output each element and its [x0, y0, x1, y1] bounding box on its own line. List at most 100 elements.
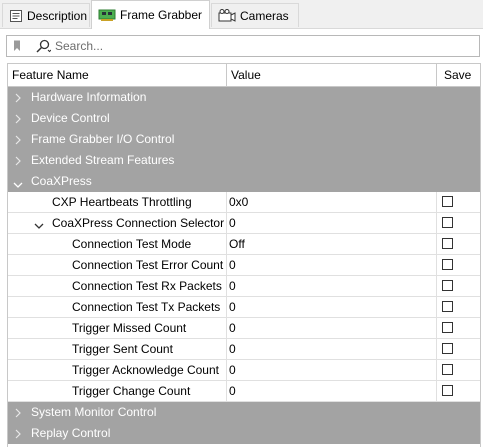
- save-checkbox[interactable]: [442, 280, 453, 291]
- bookmark-icon[interactable]: [13, 40, 21, 52]
- feature-name: CXP Heartbeats Throttling: [52, 195, 192, 209]
- chevron-right-icon[interactable]: [14, 155, 22, 169]
- feature-row[interactable]: Trigger Sent Count 0: [8, 339, 480, 360]
- cell-divider: [226, 192, 227, 213]
- search-box: [6, 35, 480, 57]
- category-hardware-information[interactable]: Hardware Information: [8, 87, 480, 108]
- cell-divider: [436, 276, 437, 297]
- feature-row[interactable]: CXP Heartbeats Throttling 0x0: [8, 192, 480, 213]
- column-divider[interactable]: [436, 64, 437, 86]
- camera-icon: [218, 8, 236, 23]
- chevron-right-icon[interactable]: [14, 407, 22, 421]
- tab-label: Frame Grabber: [120, 8, 203, 22]
- category-label: Frame Grabber I/O Control: [31, 132, 175, 146]
- tab-description[interactable]: Description: [2, 3, 90, 27]
- frame-grabber-card-icon: [98, 8, 116, 22]
- cell-divider: [226, 297, 227, 318]
- feature-value[interactable]: 0: [229, 213, 236, 233]
- cell-divider: [226, 213, 227, 234]
- cell-divider: [226, 339, 227, 360]
- feature-row[interactable]: Trigger Acknowledge Count 0: [8, 360, 480, 381]
- save-checkbox[interactable]: [442, 364, 453, 375]
- save-checkbox[interactable]: [442, 196, 453, 207]
- feature-row[interactable]: Connection Test Mode Off: [8, 234, 480, 255]
- cell-divider: [436, 339, 437, 360]
- feature-name: Trigger Change Count: [72, 384, 191, 398]
- cell-divider: [436, 255, 437, 276]
- cell-divider: [436, 381, 437, 402]
- search-icon[interactable]: [35, 39, 51, 53]
- feature-row[interactable]: Connection Test Tx Packets 0: [8, 297, 480, 318]
- grid-header: Feature Name Value Save: [8, 64, 480, 87]
- feature-value[interactable]: 0x0: [229, 192, 248, 212]
- cell-divider: [226, 381, 227, 402]
- save-checkbox[interactable]: [442, 322, 453, 333]
- chevron-right-icon[interactable]: [14, 134, 22, 148]
- chevron-down-icon[interactable]: [13, 178, 23, 192]
- cell-divider: [436, 192, 437, 213]
- cell-divider: [226, 234, 227, 255]
- tab-bar: Description Frame Grabber Cameras: [0, 0, 483, 29]
- column-header-value[interactable]: Value: [231, 64, 261, 86]
- document-icon: [9, 9, 23, 23]
- column-header-save[interactable]: Save: [444, 64, 471, 86]
- cell-divider: [226, 360, 227, 381]
- cell-divider: [436, 234, 437, 255]
- save-checkbox[interactable]: [442, 343, 453, 354]
- cell-divider: [436, 318, 437, 339]
- feature-value[interactable]: 0: [229, 255, 236, 275]
- save-checkbox[interactable]: [442, 301, 453, 312]
- category-extended-stream-features[interactable]: Extended Stream Features: [8, 150, 480, 171]
- category-coaxpress[interactable]: CoaXPress: [8, 171, 480, 192]
- chevron-right-icon[interactable]: [14, 428, 22, 442]
- column-header-feature-name[interactable]: Feature Name: [12, 64, 89, 86]
- category-device-control[interactable]: Device Control: [8, 108, 480, 129]
- category-system-monitor-control[interactable]: System Monitor Control: [8, 402, 480, 423]
- feature-value[interactable]: Off: [229, 234, 245, 254]
- save-checkbox[interactable]: [442, 217, 453, 228]
- feature-row[interactable]: Connection Test Rx Packets 0: [8, 276, 480, 297]
- feature-name: Connection Test Tx Packets: [72, 300, 221, 314]
- category-frame-grabber-io-control[interactable]: Frame Grabber I/O Control: [8, 129, 480, 150]
- chevron-right-icon[interactable]: [14, 113, 22, 127]
- category-label: CoaXPress: [31, 174, 92, 188]
- cell-divider: [226, 255, 227, 276]
- feature-name: Trigger Sent Count: [72, 342, 173, 356]
- feature-row[interactable]: CoaXPress Connection Selector 0: [8, 213, 480, 234]
- feature-value[interactable]: 0: [229, 276, 236, 296]
- feature-name: Trigger Missed Count: [72, 321, 187, 335]
- tab-label: Cameras: [240, 8, 289, 23]
- feature-value[interactable]: 0: [229, 339, 236, 359]
- tab-frame-grabber[interactable]: Frame Grabber: [91, 0, 210, 29]
- feature-row[interactable]: Trigger Missed Count 0: [8, 318, 480, 339]
- feature-value[interactable]: 0: [229, 318, 236, 338]
- feature-name: Connection Test Mode: [72, 237, 192, 251]
- feature-name: Connection Test Rx Packets: [72, 279, 222, 293]
- feature-name: CoaXPress Connection Selector: [52, 216, 225, 230]
- save-checkbox[interactable]: [442, 259, 453, 270]
- feature-name: Trigger Acknowledge Count: [72, 363, 219, 377]
- feature-name: Connection Test Error Count: [72, 258, 224, 272]
- cell-divider: [226, 276, 227, 297]
- save-checkbox[interactable]: [442, 238, 453, 249]
- category-label: Device Control: [31, 111, 110, 125]
- tab-label: Description: [27, 8, 88, 23]
- chevron-down-icon[interactable]: [34, 219, 44, 233]
- cell-divider: [436, 213, 437, 234]
- chevron-right-icon[interactable]: [14, 92, 22, 106]
- category-replay-control[interactable]: Replay Control: [8, 423, 480, 444]
- feature-value[interactable]: 0: [229, 360, 236, 380]
- feature-value[interactable]: 0: [229, 381, 236, 401]
- column-divider[interactable]: [226, 64, 227, 86]
- search-input[interactable]: [55, 39, 435, 53]
- feature-grid: Feature Name Value Save Hardware Informa…: [7, 63, 481, 447]
- feature-row[interactable]: Trigger Change Count 0: [8, 381, 480, 402]
- feature-row[interactable]: Connection Test Error Count 0: [8, 255, 480, 276]
- category-label: Hardware Information: [31, 90, 147, 104]
- feature-value[interactable]: 0: [229, 297, 236, 317]
- tab-cameras[interactable]: Cameras: [211, 3, 299, 27]
- save-checkbox[interactable]: [442, 385, 453, 396]
- category-label: System Monitor Control: [31, 405, 157, 419]
- cell-divider: [436, 297, 437, 318]
- category-label: Replay Control: [31, 426, 111, 440]
